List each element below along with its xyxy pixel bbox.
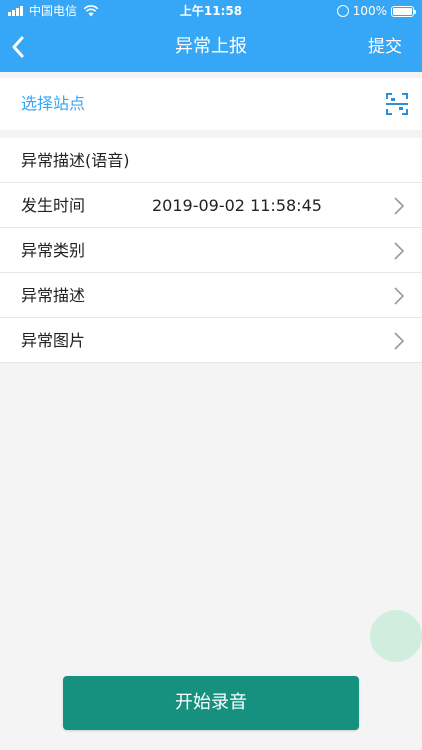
nav-bar: 异常上报 提交 <box>0 22 422 72</box>
chevron-right-icon <box>394 287 404 305</box>
rotation-lock-icon <box>336 5 349 17</box>
chevron-right-icon <box>394 242 404 260</box>
select-station-row[interactable]: 选择站点 <box>0 78 422 130</box>
list-item-occurrence-time[interactable]: 发生时间 2019-09-02 11:58:45 <box>0 183 422 228</box>
page-title: 异常上报 <box>175 36 247 57</box>
list-item-voice-description[interactable]: 异常描述(语音) <box>0 138 422 183</box>
header-bar: 中国电信 上午11:58 100% 异常上报 提交 <box>0 0 422 72</box>
status-right: 100% <box>336 0 416 22</box>
row-label: 异常图片 <box>21 331 86 350</box>
chevron-right-icon <box>394 197 404 215</box>
row-label: 异常类别 <box>21 241 86 260</box>
status-bar: 中国电信 上午11:58 100% <box>0 0 422 22</box>
report-form-list: 异常描述(语音) 发生时间 2019-09-02 11:58:45 异常类别 异… <box>0 138 422 363</box>
submit-button[interactable]: 提交 <box>368 22 402 72</box>
select-station-label: 选择站点 <box>21 94 86 113</box>
start-recording-button[interactable]: 开始录音 <box>63 676 359 730</box>
app-screen: 中国电信 上午11:58 100% 异常上报 提交 选择站点 异常描述(语音) … <box>0 0 422 750</box>
battery-icon <box>391 5 416 17</box>
row-label: 异常描述 <box>21 286 86 305</box>
occurrence-time-value: 2019-09-02 11:58:45 <box>152 196 322 215</box>
row-label: 异常描述(语音) <box>21 151 130 170</box>
chevron-right-icon <box>394 332 404 350</box>
list-item-description[interactable]: 异常描述 <box>0 273 422 318</box>
qr-scan-icon[interactable] <box>386 93 408 115</box>
battery-fill <box>393 7 412 15</box>
floating-action-button[interactable] <box>370 610 422 662</box>
list-item-category[interactable]: 异常类别 <box>0 228 422 273</box>
list-item-images[interactable]: 异常图片 <box>0 318 422 363</box>
battery-percent: 100% <box>352 4 387 18</box>
row-label: 发生时间 <box>21 196 86 215</box>
